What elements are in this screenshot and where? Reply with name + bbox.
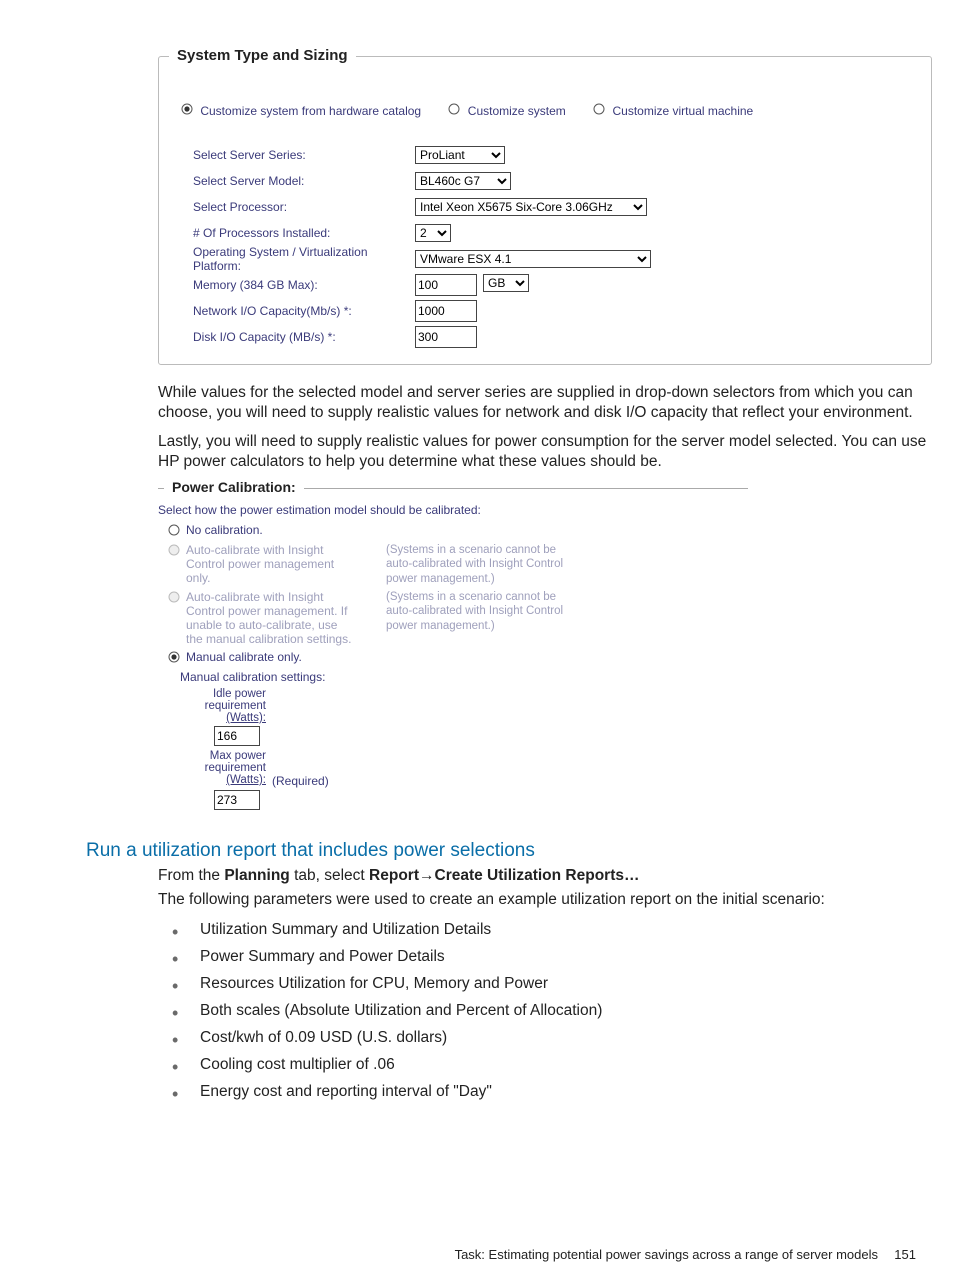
input-net-io[interactable] [415, 300, 477, 322]
label-server-series: Select Server Series: [193, 148, 415, 162]
panel-legend: System Type and Sizing [169, 47, 356, 64]
label-server-model: Select Server Model: [193, 174, 415, 188]
select-server-model[interactable]: BL460c G7 [415, 172, 511, 190]
radio-customize-catalog[interactable] [181, 103, 193, 118]
idle-power-label-2: requirement [186, 700, 266, 712]
panel-legend: Power Calibration: [164, 479, 304, 495]
list-item: Both scales (Absolute Utilization and Pe… [158, 1001, 934, 1022]
list-item: Utilization Summary and Utilization Deta… [158, 920, 934, 941]
section-heading: Run a utilization report that includes p… [86, 840, 954, 862]
radio-label: Customize system from hardware catalog [200, 104, 421, 118]
max-power-label-2: requirement [186, 762, 266, 774]
source-radio-group: Customize system from hardware catalog C… [181, 103, 915, 118]
manual-settings-title: Manual calibration settings: [180, 670, 748, 684]
radio-auto-calibrate-fallback [168, 591, 180, 606]
watts-label: (Watts): [186, 774, 266, 786]
label-num-processors: # Of Processors Installed: [193, 226, 415, 240]
label-net-io: Network I/O Capacity(Mb/s) *: [193, 304, 415, 318]
radio-label: No calibration. [186, 523, 263, 537]
radio-label: Customize virtual machine [613, 104, 754, 118]
select-num-processors[interactable]: 2 [415, 224, 451, 242]
label-processor: Select Processor: [193, 200, 415, 214]
instruction-line-2: The following parameters were used to cr… [158, 890, 934, 910]
power-calibration-panel: Power Calibration: Select how the power … [158, 488, 748, 810]
list-item: Cooling cost multiplier of .06 [158, 1055, 934, 1076]
power-cal-prompt: Select how the power estimation model sh… [158, 503, 748, 517]
body-paragraph: Lastly, you will need to supply realisti… [158, 432, 934, 472]
radio-auto-calibrate-only [168, 544, 180, 559]
system-type-sizing-panel: System Type and Sizing Customize system … [158, 56, 932, 365]
radio-label: Customize system [468, 104, 566, 118]
radio-label: Auto-calibrate with Insight Control powe… [186, 543, 352, 585]
radio-manual-calibrate[interactable] [168, 651, 180, 666]
select-os-platform[interactable]: VMware ESX 4.1 [415, 250, 651, 268]
label-disk-io: Disk I/O Capacity (MB/s) *: [193, 330, 415, 344]
power-cal-hint: (Systems in a scenario cannot be auto-ca… [386, 543, 566, 586]
footer-page-number: 151 [894, 1247, 916, 1262]
max-power-label-1: Max power [186, 750, 266, 762]
label-os-platform: Operating System / Virtualization Platfo… [193, 245, 415, 273]
radio-label: Auto-calibrate with Insight Control powe… [186, 590, 352, 646]
power-cal-hint: (Systems in a scenario cannot be auto-ca… [386, 590, 566, 633]
list-item: Cost/kwh of 0.09 USD (U.S. dollars) [158, 1028, 934, 1049]
input-idle-power[interactable] [214, 726, 260, 746]
parameter-list: Utilization Summary and Utilization Deta… [158, 920, 934, 1102]
label-memory: Memory (384 GB Max): [193, 278, 415, 292]
required-label: (Required) [272, 774, 329, 788]
idle-power-label-1: Idle power [186, 688, 266, 700]
radio-customize-vm[interactable] [593, 103, 605, 118]
select-memory-unit[interactable]: GB [483, 274, 529, 292]
radio-customize-system[interactable] [448, 103, 460, 118]
input-disk-io[interactable] [415, 326, 477, 348]
radio-no-calibration[interactable] [168, 524, 180, 539]
body-paragraph: While values for the selected model and … [158, 383, 934, 423]
input-max-power[interactable] [214, 790, 260, 810]
list-item: Power Summary and Power Details [158, 947, 934, 968]
footer-task: Task: Estimating potential power savings… [455, 1247, 878, 1262]
radio-label: Manual calibrate only. [186, 650, 302, 664]
list-item: Resources Utilization for CPU, Memory an… [158, 974, 934, 995]
instruction-line: From the Planning tab, select Report→Cre… [158, 866, 934, 886]
watts-label: (Watts): [186, 712, 266, 724]
input-memory[interactable] [415, 274, 477, 296]
list-item: Energy cost and reporting interval of "D… [158, 1082, 934, 1103]
select-server-series[interactable]: ProLiant [415, 146, 505, 164]
select-processor[interactable]: Intel Xeon X5675 Six-Core 3.06GHz [415, 198, 647, 216]
